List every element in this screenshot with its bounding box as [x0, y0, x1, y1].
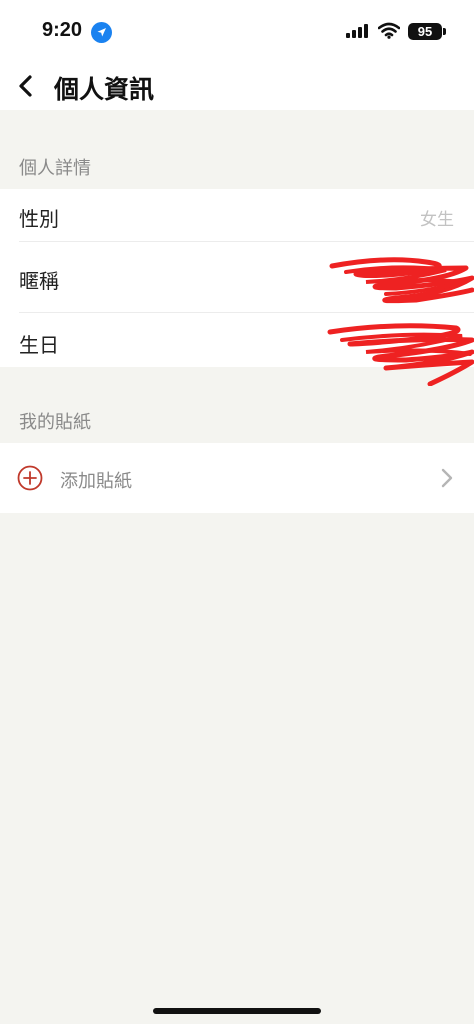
page-title: 個人資訊 — [54, 75, 155, 104]
chevron-right-icon — [441, 468, 453, 488]
redaction-scribble — [327, 323, 474, 386]
nickname-label: 暱稱 — [19, 269, 59, 293]
gender-value: 女生 — [420, 210, 454, 230]
section-header-stickers: 我的貼紙 — [19, 412, 91, 433]
gender-label: 性別 — [19, 207, 59, 231]
nav-bar: 個人資訊 — [0, 62, 474, 110]
location-arrow-icon — [91, 22, 112, 43]
section-header-details: 個人詳情 — [19, 158, 91, 179]
status-time: 9:20 — [42, 19, 83, 41]
add-sticker-row[interactable]: 添加貼紙 — [0, 443, 474, 513]
birthday-label: 生日 — [19, 333, 59, 357]
stickers-group: 添加貼紙 — [0, 443, 474, 513]
add-sticker-label: 添加貼紙 — [60, 471, 132, 492]
home-indicator — [153, 1008, 321, 1014]
gender-row[interactable]: 性別 女生 — [0, 189, 474, 241]
cellular-signal-icon — [346, 24, 368, 38]
redaction-scribble — [329, 257, 474, 304]
add-circle-icon — [17, 465, 43, 491]
back-chevron-icon[interactable] — [16, 74, 36, 98]
battery-tip — [443, 28, 446, 35]
battery-icon: 95 — [408, 23, 442, 40]
wifi-icon — [378, 22, 400, 39]
status-bar: 9:20 95 — [0, 0, 474, 62]
